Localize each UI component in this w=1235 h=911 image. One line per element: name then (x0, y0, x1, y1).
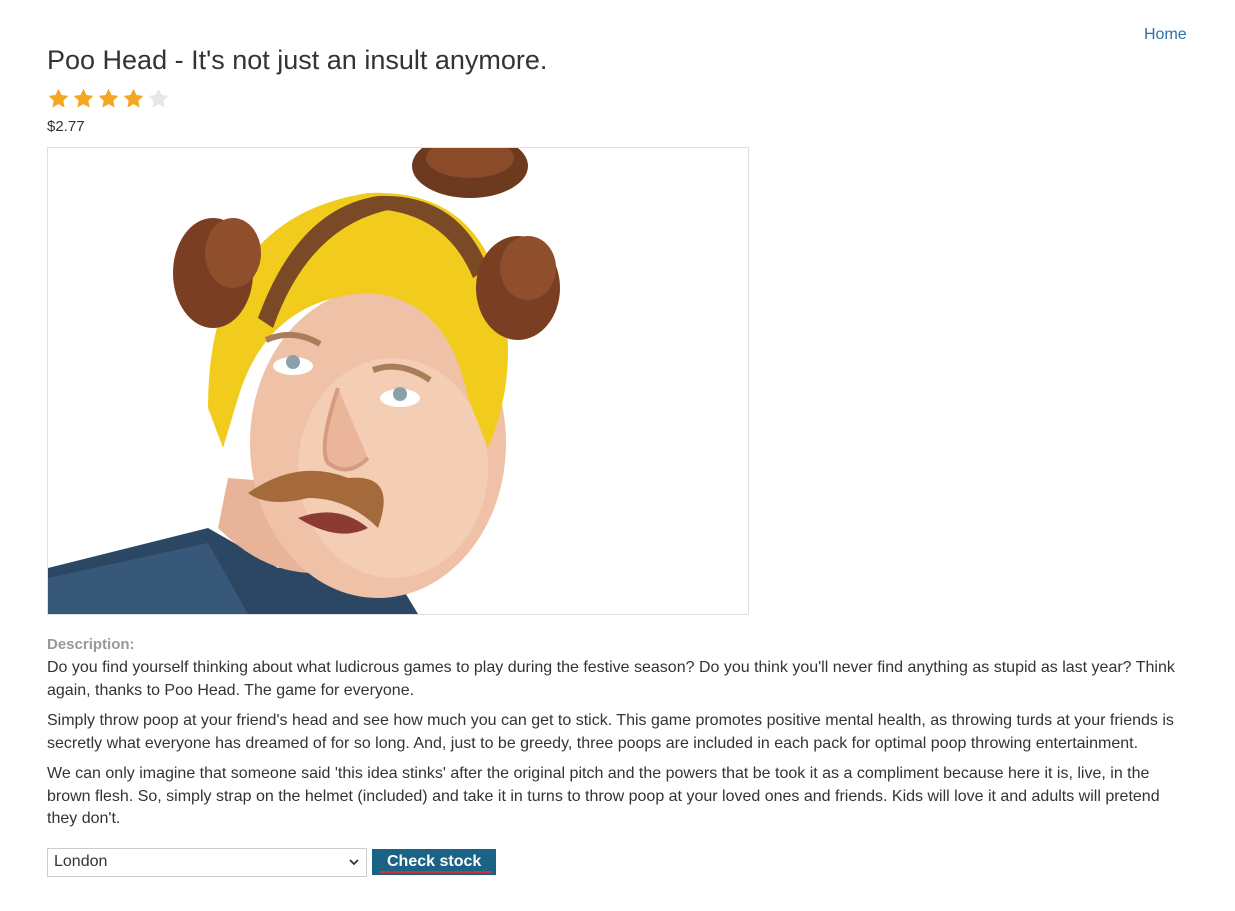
button-underline (379, 871, 493, 873)
product-title: Poo Head - It's not just an insult anymo… (47, 45, 548, 75)
star-icon (123, 88, 144, 108)
store-select[interactable]: London (47, 847, 367, 877)
check-stock-button[interactable]: Check stock (372, 849, 497, 875)
product-price: $2.77 (47, 118, 85, 135)
description-label: Description: (47, 636, 135, 653)
product-rating (47, 87, 1187, 111)
stock-check-form: London Check stock (47, 847, 1187, 877)
product-page: Poo Head - It's not just an insult anymo… (47, 43, 1187, 877)
description-paragraph-2: Simply throw poop at your friend's head … (47, 712, 1174, 752)
check-stock-label: Check stock (387, 853, 482, 870)
product-image: POO HEAD (47, 147, 749, 615)
chevron-down-icon (349, 859, 359, 866)
home-link[interactable]: Home (1144, 26, 1187, 44)
description-paragraph-1: Do you find yourself thinking about what… (47, 659, 1175, 699)
description-paragraph-3: We can only imagine that someone said 't… (47, 765, 1160, 827)
star-icon (48, 88, 69, 108)
star-icon (148, 88, 169, 108)
product-photo: POO HEAD (48, 148, 560, 614)
star-icon (98, 88, 119, 108)
star-icon (73, 88, 94, 108)
store-select-value: London (54, 853, 108, 870)
